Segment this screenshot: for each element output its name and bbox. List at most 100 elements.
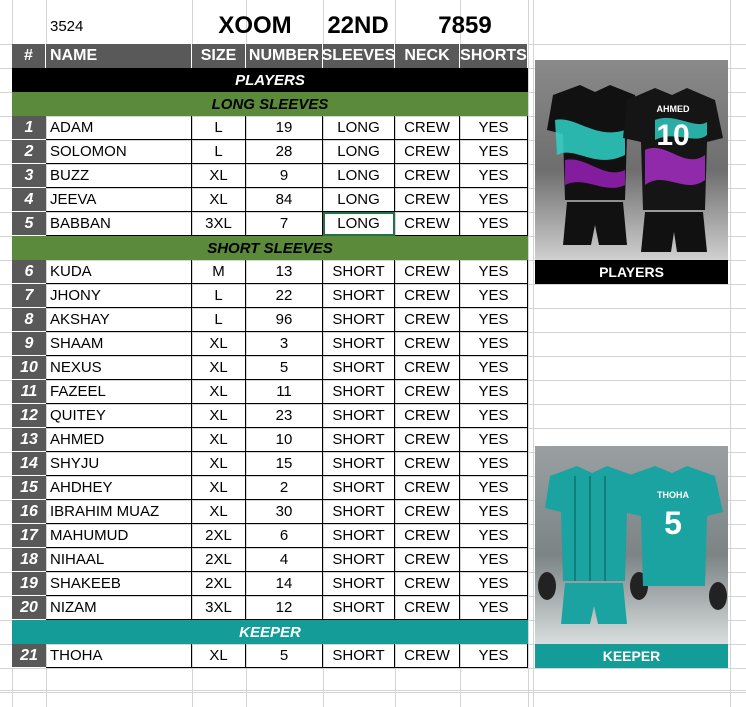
neck-cell[interactable]: CREW xyxy=(395,476,460,500)
sleeves-cell[interactable]: SHORT xyxy=(323,476,395,500)
neck-cell[interactable]: CREW xyxy=(395,356,460,380)
neck-cell[interactable]: CREW xyxy=(395,188,460,212)
neck-cell[interactable]: CREW xyxy=(395,212,460,236)
sleeves-cell[interactable]: SHORT xyxy=(323,596,395,620)
shorts-cell[interactable]: YES xyxy=(460,404,528,428)
size-cell[interactable]: 2XL xyxy=(192,548,246,572)
player-name[interactable]: ADAM xyxy=(46,116,192,140)
shorts-cell[interactable]: YES xyxy=(460,524,528,548)
neck-cell[interactable]: CREW xyxy=(395,452,460,476)
size-cell[interactable]: XL xyxy=(192,164,246,188)
header-sleeves[interactable]: SLEEVES xyxy=(323,44,395,68)
shorts-cell[interactable]: YES xyxy=(460,644,528,668)
shorts-cell[interactable]: YES xyxy=(460,476,528,500)
player-name[interactable]: BUZZ xyxy=(46,164,192,188)
neck-cell[interactable]: CREW xyxy=(395,644,460,668)
number-cell[interactable]: 5 xyxy=(246,644,323,668)
shorts-cell[interactable]: YES xyxy=(460,260,528,284)
sleeves-cell[interactable]: SHORT xyxy=(323,260,395,284)
size-cell[interactable]: L xyxy=(192,116,246,140)
sleeves-cell[interactable]: LONG xyxy=(323,188,395,212)
neck-cell[interactable]: CREW xyxy=(395,572,460,596)
shorts-cell[interactable]: YES xyxy=(460,212,528,236)
sleeves-cell[interactable]: SHORT xyxy=(323,644,395,668)
number-cell[interactable]: 5 xyxy=(246,356,323,380)
header-name[interactable]: NAME xyxy=(46,44,192,68)
header-number[interactable]: NUMBER xyxy=(246,44,323,68)
player-name[interactable]: SHAKEEB xyxy=(46,572,192,596)
player-name[interactable]: FAZEEL xyxy=(46,380,192,404)
sleeves-cell[interactable]: SHORT xyxy=(323,452,395,476)
shorts-cell[interactable]: YES xyxy=(460,116,528,140)
player-name[interactable]: BABBAN xyxy=(46,212,192,236)
size-cell[interactable]: 2XL xyxy=(192,524,246,548)
sleeves-cell[interactable]: LONG xyxy=(323,212,395,236)
player-name[interactable]: NIHAAL xyxy=(46,548,192,572)
number-cell[interactable]: 13 xyxy=(246,260,323,284)
number-cell[interactable]: 19 xyxy=(246,116,323,140)
shorts-cell[interactable]: YES xyxy=(460,284,528,308)
sleeves-cell[interactable]: SHORT xyxy=(323,500,395,524)
number-cell[interactable]: 7 xyxy=(246,212,323,236)
size-cell[interactable]: 2XL xyxy=(192,572,246,596)
number-cell[interactable]: 12 xyxy=(246,596,323,620)
sleeves-cell[interactable]: LONG xyxy=(323,116,395,140)
number-cell[interactable]: 4 xyxy=(246,548,323,572)
player-name[interactable]: AKSHAY xyxy=(46,308,192,332)
shorts-cell[interactable]: YES xyxy=(460,188,528,212)
player-name[interactable]: QUITEY xyxy=(46,404,192,428)
shorts-cell[interactable]: YES xyxy=(460,332,528,356)
shorts-cell[interactable]: YES xyxy=(460,164,528,188)
size-cell[interactable]: 3XL xyxy=(192,212,246,236)
player-name[interactable]: KUDA xyxy=(46,260,192,284)
size-cell[interactable]: XL xyxy=(192,332,246,356)
neck-cell[interactable]: CREW xyxy=(395,548,460,572)
neck-cell[interactable]: CREW xyxy=(395,500,460,524)
shorts-cell[interactable]: YES xyxy=(460,500,528,524)
neck-cell[interactable]: CREW xyxy=(395,404,460,428)
number-cell[interactable]: 84 xyxy=(246,188,323,212)
player-name[interactable]: NIZAM xyxy=(46,596,192,620)
shorts-cell[interactable]: YES xyxy=(460,356,528,380)
size-cell[interactable]: XL xyxy=(192,404,246,428)
sleeves-cell[interactable]: LONG xyxy=(323,140,395,164)
neck-cell[interactable]: CREW xyxy=(395,284,460,308)
sleeves-cell[interactable]: SHORT xyxy=(323,380,395,404)
size-cell[interactable]: XL xyxy=(192,188,246,212)
sleeves-cell[interactable]: SHORT xyxy=(323,308,395,332)
sleeves-cell[interactable]: SHORT xyxy=(323,572,395,596)
player-name[interactable]: IBRAHIM MUAZ xyxy=(46,500,192,524)
number-cell[interactable]: 9 xyxy=(246,164,323,188)
neck-cell[interactable]: CREW xyxy=(395,308,460,332)
sleeves-cell[interactable]: SHORT xyxy=(323,332,395,356)
neck-cell[interactable]: CREW xyxy=(395,140,460,164)
header-size[interactable]: SIZE xyxy=(192,44,246,68)
size-cell[interactable]: XL xyxy=(192,476,246,500)
shorts-cell[interactable]: YES xyxy=(460,380,528,404)
shorts-cell[interactable]: YES xyxy=(460,548,528,572)
player-name[interactable]: SHAAM xyxy=(46,332,192,356)
size-cell[interactable]: XL xyxy=(192,428,246,452)
shorts-cell[interactable]: YES xyxy=(460,308,528,332)
number-cell[interactable]: 14 xyxy=(246,572,323,596)
number-cell[interactable]: 10 xyxy=(246,428,323,452)
header-index[interactable]: # xyxy=(12,44,46,68)
size-cell[interactable]: XL xyxy=(192,452,246,476)
number-cell[interactable]: 23 xyxy=(246,404,323,428)
number-cell[interactable]: 3 xyxy=(246,332,323,356)
number-cell[interactable]: 6 xyxy=(246,524,323,548)
size-cell[interactable]: XL xyxy=(192,380,246,404)
header-shorts[interactable]: SHORTS xyxy=(460,44,528,68)
neck-cell[interactable]: CREW xyxy=(395,116,460,140)
player-name[interactable]: JEEVA xyxy=(46,188,192,212)
shorts-cell[interactable]: YES xyxy=(460,452,528,476)
sleeves-cell[interactable]: LONG xyxy=(323,164,395,188)
size-cell[interactable]: L xyxy=(192,140,246,164)
player-name[interactable]: AHMED xyxy=(46,428,192,452)
shorts-cell[interactable]: YES xyxy=(460,428,528,452)
size-cell[interactable]: XL xyxy=(192,356,246,380)
sleeves-cell[interactable]: SHORT xyxy=(323,404,395,428)
player-name[interactable]: NEXUS xyxy=(46,356,192,380)
neck-cell[interactable]: CREW xyxy=(395,428,460,452)
sleeves-cell[interactable]: SHORT xyxy=(323,428,395,452)
